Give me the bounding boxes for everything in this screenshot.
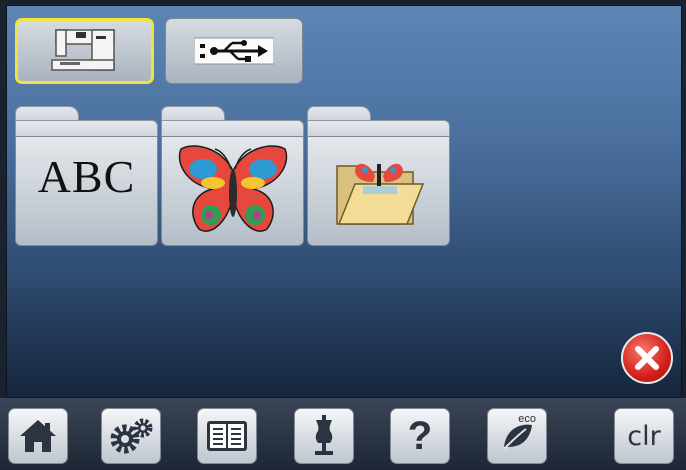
folder-label-abc: ABC	[37, 150, 136, 202]
sewing-machine-icon	[50, 29, 115, 71]
usb-source-button[interactable]	[165, 18, 303, 84]
close-icon	[635, 346, 659, 370]
close-button[interactable]	[621, 332, 673, 384]
tutorial-button[interactable]	[197, 408, 257, 464]
folder-body	[161, 136, 304, 246]
leaf-icon	[503, 424, 532, 450]
folder-embroidery-designs[interactable]	[161, 106, 304, 246]
clear-button[interactable]: clr	[614, 408, 674, 464]
butterfly-design-icon	[178, 145, 287, 232]
home-button[interactable]	[8, 408, 68, 464]
bottom-toolbar: ? eco clr	[0, 398, 686, 470]
open-folder-icon	[335, 163, 424, 225]
dress-form-icon	[315, 415, 333, 455]
eco-button[interactable]: eco	[487, 408, 547, 464]
folder-my-designs[interactable]	[307, 106, 450, 246]
main-screen: ABC	[6, 5, 682, 398]
usb-icon	[194, 37, 274, 65]
clear-label: clr	[627, 420, 661, 452]
book-icon	[207, 421, 247, 451]
folder-body	[307, 136, 450, 246]
consultant-button[interactable]	[294, 408, 354, 464]
folder-body: ABC	[15, 136, 158, 246]
eco-label: eco	[518, 413, 536, 425]
help-button[interactable]: ?	[390, 408, 450, 464]
help-label: ?	[407, 413, 433, 458]
setup-button[interactable]	[101, 408, 161, 464]
machine-source-button[interactable]	[15, 18, 154, 84]
home-icon	[20, 420, 56, 452]
gears-icon	[110, 418, 153, 454]
folder-alphabets[interactable]: ABC	[15, 106, 158, 246]
